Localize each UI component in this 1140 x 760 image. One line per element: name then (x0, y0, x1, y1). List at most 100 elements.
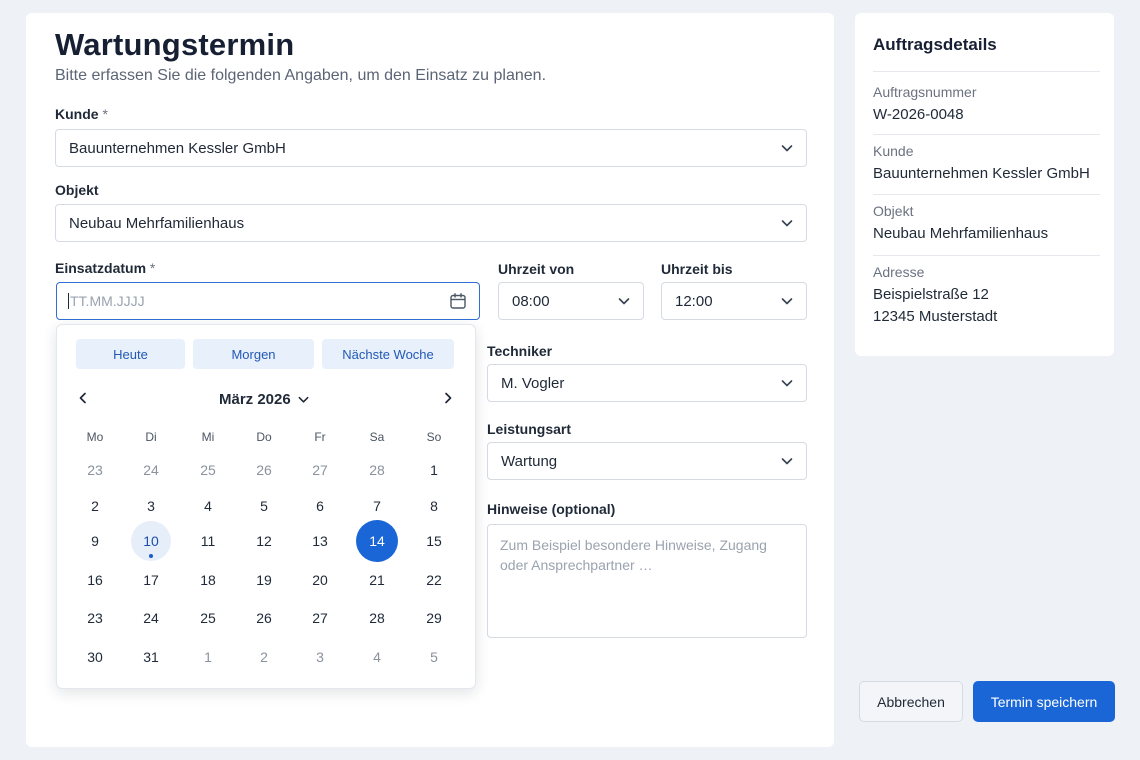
weekday-label: Di (145, 430, 157, 444)
divider (873, 194, 1100, 195)
calendar-day[interactable]: 3 (131, 486, 171, 526)
calendar-day[interactable]: 9 (75, 521, 115, 561)
calendar-day[interactable]: 4 (357, 637, 397, 677)
calendar-day[interactable]: 26 (244, 450, 284, 490)
leistungsart-label: Leistungsart (487, 421, 572, 437)
weekday-label: Fr (314, 430, 326, 444)
calendar-day[interactable]: 16 (75, 560, 115, 600)
calendar-day[interactable]: 6 (300, 486, 340, 526)
chevron-right-icon[interactable] (441, 391, 455, 405)
calendar-day[interactable]: 31 (131, 637, 171, 677)
calendar-day[interactable]: 11 (188, 521, 228, 561)
quick-next-week-button[interactable]: Nächste Woche (322, 339, 454, 369)
page-title: Wartungstermin (55, 27, 295, 62)
kunde-label: Kunde * (55, 106, 108, 122)
calendar-day[interactable]: 20 (300, 560, 340, 600)
adresse-label: Adresse (873, 264, 925, 280)
page-subtitle: Bitte erfassen Sie die folgenden Angaben… (55, 67, 547, 84)
calendar-day[interactable]: 23 (75, 450, 115, 490)
hinweise-textarea[interactable] (487, 524, 807, 638)
required-marker: * (149, 260, 156, 276)
objekt-select[interactable]: Neubau Mehrfamilienhaus (55, 204, 807, 242)
weekday-label: Mo (86, 430, 104, 444)
calendar-day[interactable]: 25 (188, 450, 228, 490)
calendar-day[interactable]: 27 (300, 450, 340, 490)
chevron-down-icon (781, 220, 793, 227)
kunde-select[interactable]: Bauunternehmen Kessler GmbH (55, 129, 807, 167)
chevron-down-icon (781, 458, 793, 465)
uhrzeit-von-select[interactable]: 08:00 (498, 282, 644, 320)
techniker-select[interactable]: M. Vogler (487, 364, 807, 402)
chevron-down-icon (618, 298, 630, 305)
calendar-day[interactable]: 24 (131, 598, 171, 638)
order-details-panel: Auftragsdetails Auftragsnummer W-2026-00… (855, 13, 1114, 356)
chevron-down-icon (781, 380, 793, 387)
chevron-left-icon[interactable] (76, 391, 90, 405)
calendar-day[interactable]: 23 (75, 598, 115, 638)
uhrzeit-bis-select[interactable]: 12:00 (661, 282, 807, 320)
calendar-day[interactable]: 3 (300, 637, 340, 677)
calendar-day[interactable]: 17 (131, 560, 171, 600)
calendar-day[interactable]: 2 (75, 486, 115, 526)
calendar-day[interactable]: 21 (357, 560, 397, 600)
calendar-day[interactable]: 13 (300, 521, 340, 561)
adresse-line-2: 12345 Musterstadt (873, 308, 998, 325)
quick-tomorrow-button[interactable]: Morgen (193, 339, 314, 369)
einsatzdatum-field[interactable] (56, 282, 480, 320)
datepicker-popover: Heute Morgen Nächste Woche März 2026 Mo D… (56, 324, 476, 689)
objekt-detail-label: Objekt (873, 203, 914, 219)
weekday-label: Mi (201, 430, 215, 444)
month-selector[interactable]: März 2026 (219, 391, 310, 408)
calendar-day[interactable]: 18 (188, 560, 228, 600)
calendar-day[interactable]: 22 (414, 560, 454, 600)
calendar-day[interactable]: 1 (188, 637, 228, 677)
calendar-day[interactable]: 5 (244, 486, 284, 526)
kunde-detail-label: Kunde (873, 143, 914, 159)
techniker-label: Techniker (487, 343, 553, 359)
calendar-day[interactable]: 14 (356, 520, 398, 562)
auftragsnummer-label: Auftragsnummer (873, 84, 977, 100)
weekday-label: Do (256, 430, 272, 444)
objekt-detail-value: Neubau Mehrfamilienhaus (873, 225, 1049, 242)
weekday-label: Sa (369, 430, 385, 444)
calendar-day[interactable]: 2 (244, 637, 284, 677)
calendar-day[interactable]: 28 (357, 598, 397, 638)
calendar-day[interactable]: 1 (414, 450, 454, 490)
calendar-day[interactable]: 12 (244, 521, 284, 561)
leistungsart-select[interactable]: Wartung (487, 442, 807, 480)
calendar-day[interactable]: 26 (244, 598, 284, 638)
details-title: Auftragsdetails (873, 35, 997, 54)
required-marker: * (102, 106, 108, 122)
chevron-down-icon (298, 396, 309, 403)
datum-label: Einsatzdatum * (55, 260, 156, 276)
calendar-day[interactable]: 15 (414, 521, 454, 561)
weekday-label: So (426, 430, 442, 444)
hinweise-label: Hinweise (optional) (487, 501, 616, 517)
divider (873, 255, 1100, 256)
calendar-day[interactable]: 27 (300, 598, 340, 638)
divider (873, 71, 1100, 72)
calendar-day[interactable]: 24 (131, 450, 171, 490)
calendar-day[interactable]: 30 (75, 637, 115, 677)
save-termin-button[interactable]: Termin speichern (973, 681, 1115, 722)
chevron-down-icon (781, 298, 793, 305)
calendar-day[interactable]: 8 (414, 486, 454, 526)
calendar-day[interactable]: 10 (131, 521, 171, 561)
calendar-day[interactable]: 25 (188, 598, 228, 638)
calendar-icon[interactable] (449, 292, 467, 310)
einsatzdatum-input[interactable] (68, 293, 428, 309)
chevron-down-icon (781, 145, 793, 152)
calendar-day[interactable]: 29 (414, 598, 454, 638)
objekt-label: Objekt (55, 182, 99, 198)
auftragsnummer-value: W-2026-0048 (873, 106, 964, 123)
uhrzeit-von-label: Uhrzeit von (498, 261, 575, 277)
cancel-button[interactable]: Abbrechen (859, 681, 963, 722)
calendar-day[interactable]: 19 (244, 560, 284, 600)
quick-today-button[interactable]: Heute (76, 339, 185, 369)
uhrzeit-bis-label: Uhrzeit bis (661, 261, 733, 277)
kunde-detail-value: Bauunternehmen Kessler GmbH (873, 165, 1090, 182)
calendar-day[interactable]: 28 (357, 450, 397, 490)
adresse-line-1: Beispielstraße 12 (873, 286, 989, 303)
calendar-day[interactable]: 4 (188, 486, 228, 526)
calendar-day[interactable]: 5 (414, 637, 454, 677)
